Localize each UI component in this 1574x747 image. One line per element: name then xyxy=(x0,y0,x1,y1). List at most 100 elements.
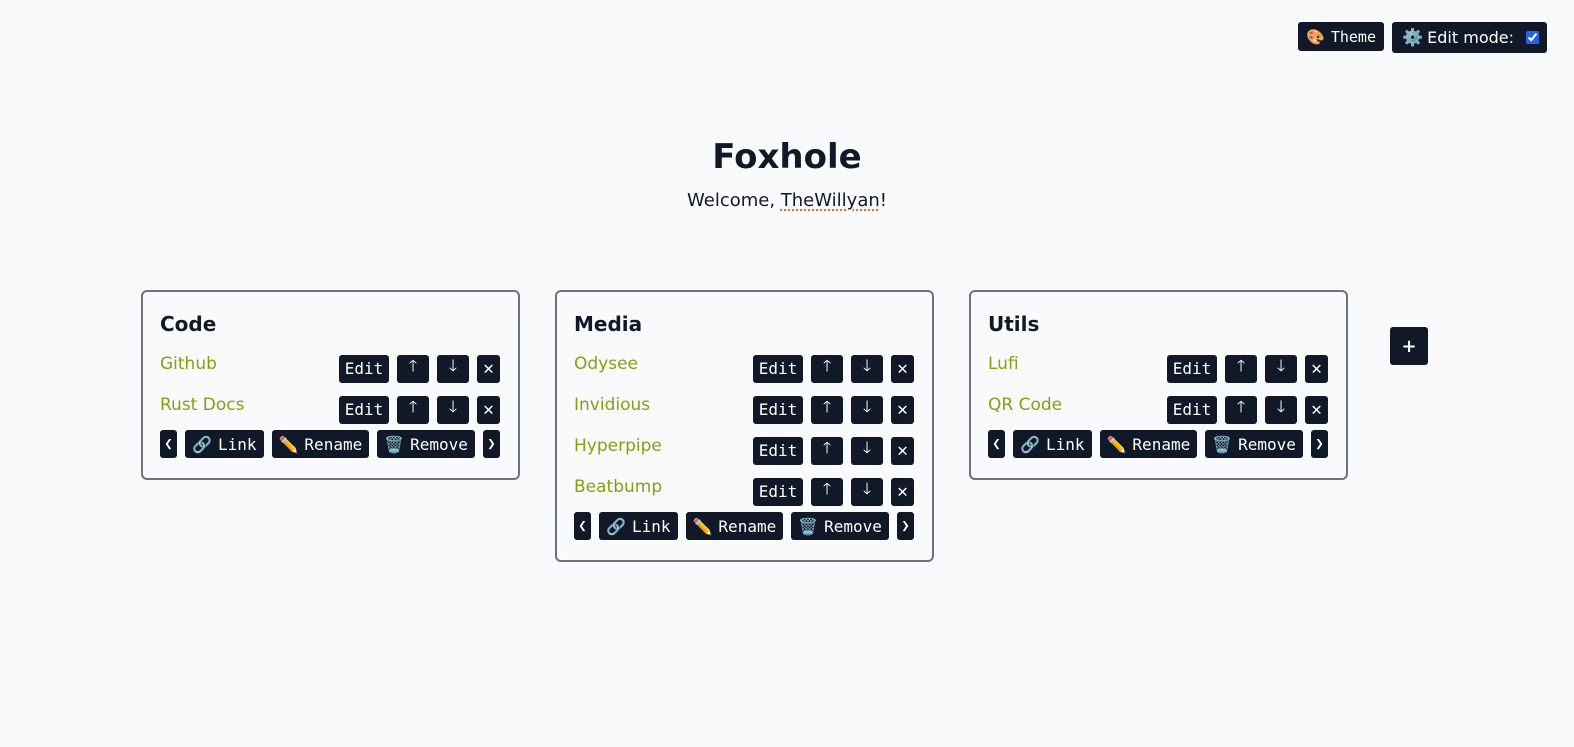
link-odysee[interactable]: Odysee xyxy=(574,354,638,374)
link-actions: Edit 🡑 🡓 ✕ xyxy=(753,436,914,465)
rename-label: Rename xyxy=(304,434,363,454)
group-footer: ❮ 🔗 Link ✏️ Rename 🗑️ Remove ❯ xyxy=(160,430,500,458)
link-actions: Edit 🡑 🡓 ✕ xyxy=(753,477,914,506)
delete-link-button[interactable]: ✕ xyxy=(477,354,500,383)
add-link-label: Link xyxy=(1045,434,1085,454)
edit-mode-checkbox[interactable] xyxy=(1526,31,1539,44)
delete-link-button[interactable]: ✕ xyxy=(1305,354,1328,383)
rename-label: Rename xyxy=(1132,434,1191,454)
move-up-button[interactable]: 🡑 xyxy=(811,395,843,424)
remove-label: Remove xyxy=(1238,434,1296,454)
move-right-button[interactable]: ❯ xyxy=(1310,430,1328,458)
theme-label: Theme xyxy=(1330,27,1376,46)
remove-group-button[interactable]: 🗑️ Remove xyxy=(377,430,475,458)
move-down-button[interactable]: 🡓 xyxy=(851,436,883,465)
delete-link-button[interactable]: ✕ xyxy=(891,477,914,506)
move-left-button[interactable]: ❮ xyxy=(574,512,592,540)
delete-link-button[interactable]: ✕ xyxy=(477,395,500,424)
group-card-media: Media Odysee Edit 🡑 🡓 ✕ Invidious Edit 🡑… xyxy=(555,290,934,562)
link-row: QR Code Edit 🡑 🡓 ✕ xyxy=(988,389,1328,430)
move-up-button[interactable]: 🡑 xyxy=(1225,395,1257,424)
link-icon: 🔗 xyxy=(1020,434,1040,454)
link-row: Invidious Edit 🡑 🡓 ✕ xyxy=(574,389,914,430)
link-icon: 🔗 xyxy=(606,516,626,536)
move-up-button[interactable]: 🡑 xyxy=(1225,354,1257,383)
edit-link-button[interactable]: Edit xyxy=(1167,395,1217,424)
add-link-button[interactable]: 🔗 Link xyxy=(1013,430,1092,458)
link-actions: Edit 🡑 🡓 ✕ xyxy=(1167,354,1328,383)
move-down-button[interactable]: 🡓 xyxy=(1265,354,1297,383)
group-card-utils: Utils Lufi Edit 🡑 🡓 ✕ QR Code Edit 🡑 🡓 ✕… xyxy=(969,290,1348,480)
move-right-button[interactable]: ❯ xyxy=(896,512,914,540)
delete-link-button[interactable]: ✕ xyxy=(891,395,914,424)
group-title: Utils xyxy=(988,312,1040,336)
group-title: Code xyxy=(160,312,217,336)
move-left-button[interactable]: ❮ xyxy=(160,430,178,458)
link-row: Lufi Edit 🡑 🡓 ✕ xyxy=(988,348,1328,389)
edit-mode-toggle[interactable]: ⚙️ Edit mode: xyxy=(1391,22,1547,53)
link-rust-docs[interactable]: Rust Docs xyxy=(160,395,244,415)
link-hyperpipe[interactable]: Hyperpipe xyxy=(574,436,662,456)
edit-link-button[interactable]: Edit xyxy=(339,395,389,424)
link-qr-code[interactable]: QR Code xyxy=(988,395,1062,415)
trash-icon: 🗑️ xyxy=(798,516,819,536)
top-controls: 🎨 Theme ⚙️ Edit mode: xyxy=(1298,22,1547,53)
link-lufi[interactable]: Lufi xyxy=(988,354,1019,374)
link-actions: Edit 🡑 🡓 ✕ xyxy=(339,395,500,424)
move-down-button[interactable]: 🡓 xyxy=(437,354,469,383)
move-down-button[interactable]: 🡓 xyxy=(851,395,883,424)
edit-link-button[interactable]: Edit xyxy=(753,477,803,506)
rename-group-button[interactable]: ✏️ Rename xyxy=(271,430,370,458)
welcome-suffix: ! xyxy=(879,190,887,211)
add-group-button[interactable]: + xyxy=(1390,327,1428,365)
edit-link-button[interactable]: Edit xyxy=(339,354,389,383)
link-row: Odysee Edit 🡑 🡓 ✕ xyxy=(574,348,914,389)
move-up-button[interactable]: 🡑 xyxy=(811,477,843,506)
link-icon: 🔗 xyxy=(192,434,212,454)
rename-group-button[interactable]: ✏️ Rename xyxy=(685,512,784,540)
move-up-button[interactable]: 🡑 xyxy=(811,436,843,465)
welcome-prefix: Welcome, xyxy=(687,190,781,211)
edit-link-button[interactable]: Edit xyxy=(753,354,803,383)
remove-group-button[interactable]: 🗑️ Remove xyxy=(1205,430,1303,458)
link-github[interactable]: Github xyxy=(160,354,217,374)
group-title: Media xyxy=(574,312,643,336)
welcome-message: Welcome, TheWillyan! xyxy=(0,189,1574,213)
rename-group-button[interactable]: ✏️ Rename xyxy=(1099,430,1198,458)
edit-link-button[interactable]: Edit xyxy=(753,436,803,465)
edit-link-button[interactable]: Edit xyxy=(1167,354,1217,383)
move-up-button[interactable]: 🡑 xyxy=(811,354,843,383)
delete-link-button[interactable]: ✕ xyxy=(1305,395,1328,424)
link-beatbump[interactable]: Beatbump xyxy=(574,477,662,497)
username: TheWillyan xyxy=(780,190,880,211)
move-up-button[interactable]: 🡑 xyxy=(397,354,429,383)
link-invidious[interactable]: Invidious xyxy=(574,395,650,415)
move-left-button[interactable]: ❮ xyxy=(988,430,1006,458)
move-down-button[interactable]: 🡓 xyxy=(851,354,883,383)
theme-button[interactable]: 🎨 Theme xyxy=(1298,22,1384,51)
remove-label: Remove xyxy=(824,516,882,536)
move-down-button[interactable]: 🡓 xyxy=(1265,395,1297,424)
delete-link-button[interactable]: ✕ xyxy=(891,354,914,383)
move-down-button[interactable]: 🡓 xyxy=(437,395,469,424)
delete-link-button[interactable]: ✕ xyxy=(891,436,914,465)
pencil-icon: ✏️ xyxy=(278,434,299,454)
add-link-label: Link xyxy=(631,516,671,536)
remove-group-button[interactable]: 🗑️ Remove xyxy=(791,512,889,540)
add-link-button[interactable]: 🔗 Link xyxy=(599,512,678,540)
page-header: Foxhole Welcome, TheWillyan! xyxy=(0,136,1574,213)
link-actions: Edit 🡑 🡓 ✕ xyxy=(753,395,914,424)
pencil-icon: ✏️ xyxy=(692,516,713,536)
move-right-button[interactable]: ❯ xyxy=(482,430,500,458)
move-down-button[interactable]: 🡓 xyxy=(851,477,883,506)
add-link-button[interactable]: 🔗 Link xyxy=(185,430,264,458)
gear-icon: ⚙️ xyxy=(1401,27,1424,48)
link-row: Github Edit 🡑 🡓 ✕ xyxy=(160,348,500,389)
link-row: Beatbump Edit 🡑 🡓 ✕ xyxy=(574,471,914,512)
link-row: Hyperpipe Edit 🡑 🡓 ✕ xyxy=(574,430,914,471)
edit-link-button[interactable]: Edit xyxy=(753,395,803,424)
move-up-button[interactable]: 🡑 xyxy=(397,395,429,424)
pencil-icon: ✏️ xyxy=(1106,434,1127,454)
palette-icon: 🎨 xyxy=(1306,27,1325,46)
trash-icon: 🗑️ xyxy=(1212,434,1233,454)
